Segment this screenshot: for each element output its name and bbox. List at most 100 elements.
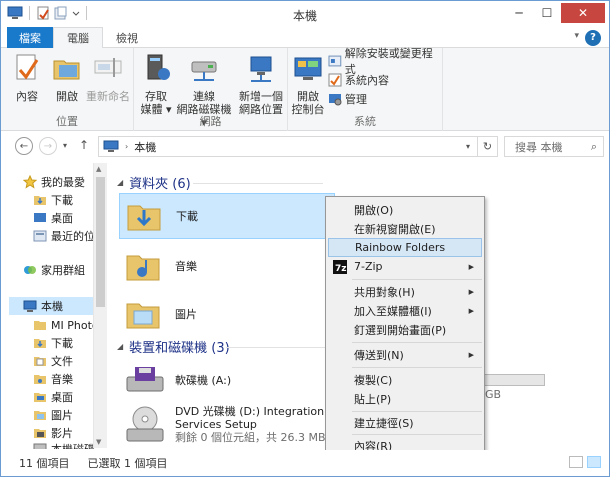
menu-separator	[352, 411, 482, 412]
tab-computer[interactable]: 電腦	[53, 27, 103, 49]
menu-item-rainbow-folders[interactable]: Rainbow Folders	[328, 238, 482, 257]
submenu-arrow-icon: ▶	[468, 306, 474, 315]
menu-item-label: 建立捷徑(S)	[354, 416, 414, 430]
add-network-location-button[interactable]: 新增一個 網路位置	[236, 52, 286, 116]
system-properties-icon	[328, 73, 342, 87]
back-button[interactable]: ←	[15, 137, 33, 155]
star-icon	[23, 175, 37, 189]
refresh-button[interactable]: ↻	[477, 137, 497, 156]
network-location-icon	[250, 56, 272, 82]
nav-item-this-pc[interactable]: 本機	[9, 297, 93, 315]
folder-tile-music[interactable]: 音樂	[119, 243, 335, 289]
maximize-button[interactable]: ☐	[533, 3, 561, 23]
drives-section-header[interactable]: ◢ 裝置和磁碟機 (3)	[117, 337, 230, 356]
menu-item-copy[interactable]: 複製(C)	[328, 370, 482, 389]
item-count: 11 個項目	[19, 457, 70, 470]
collapse-chevron-icon[interactable]: ◢	[117, 342, 123, 351]
scroll-up-icon[interactable]: ▲	[96, 165, 101, 173]
nav-item-recent-places[interactable]: 最近的位	[33, 227, 95, 245]
nav-pane-scrollbar[interactable]: ▲ ▼	[93, 163, 107, 448]
nav-item-desktop-pc[interactable]: 桌面	[33, 388, 73, 406]
manage-button[interactable]: 管理	[328, 90, 367, 108]
navigation-pane: 我的最愛 下載 桌面 最近的位 家用群組 本機 MI Photo 下載	[1, 163, 107, 449]
close-button[interactable]: ✕	[561, 3, 605, 23]
nav-item-downloads-pc[interactable]: 下載	[33, 334, 73, 352]
breadcrumb-separator-icon[interactable]: ›	[125, 142, 128, 151]
minimize-button[interactable]: ─	[505, 3, 533, 23]
address-path[interactable]: 本機	[134, 139, 156, 155]
window-controls: ─ ☐ ✕	[505, 3, 605, 23]
drive-label: 軟碟機 (A:)	[175, 374, 232, 387]
menu-item-label: 加入至媒體櫃(I)	[354, 304, 432, 318]
menu-item-send-to[interactable]: 傳送到(N) ▶	[328, 345, 482, 364]
tab-file[interactable]: 檔案	[7, 27, 53, 48]
menu-separator	[352, 367, 482, 368]
system-properties-label: 系統內容	[345, 74, 389, 87]
nav-item-homegroup[interactable]: 家用群組	[23, 261, 85, 279]
rename-label: 重新命名	[86, 90, 130, 103]
context-menu: 開啟(O) 在新視窗開啟(E) Rainbow Folders 7z 7-Zip…	[325, 196, 485, 453]
menu-item-label: 開啟(O)	[354, 203, 394, 217]
close-icon: ✕	[577, 6, 589, 20]
folder-tile-pictures[interactable]: 圖片	[119, 291, 335, 337]
search-input[interactable]: 搜尋 本機 ⌕	[504, 136, 604, 157]
nav-item-favorites[interactable]: 我的最愛	[23, 173, 85, 191]
computer-icon	[103, 140, 119, 152]
tab-view[interactable]: 檢視	[103, 27, 151, 48]
pictures-folder-icon	[126, 303, 160, 329]
search-icon: ⌕	[590, 139, 597, 153]
menu-item-paste[interactable]: 貼上(P)	[328, 389, 482, 408]
homegroup-icon	[24, 266, 36, 274]
nav-item-documents[interactable]: 文件	[33, 352, 73, 370]
menu-item-open[interactable]: 開啟(O)	[328, 200, 482, 219]
recent-locations-icon[interactable]: ▾	[63, 141, 67, 150]
menu-item-share-with[interactable]: 共用對象(H) ▶	[328, 282, 482, 301]
drive-icon	[33, 443, 47, 449]
menu-item-create-shortcut[interactable]: 建立捷徑(S)	[328, 413, 482, 432]
nav-item-videos[interactable]: 影片	[33, 424, 73, 442]
music-folder-icon	[126, 255, 160, 281]
help-icon[interactable]: ?	[585, 30, 601, 46]
details-view-icon[interactable]	[569, 456, 583, 468]
system-properties-button[interactable]: 系統內容	[328, 71, 389, 89]
submenu-arrow-icon: ▶	[468, 287, 474, 296]
ribbon-expand-icon[interactable]: ▾	[574, 31, 579, 41]
media-server-icon	[147, 54, 170, 80]
system-group-label: 系統	[354, 115, 376, 128]
menu-item-pin-to-start[interactable]: 釘選到開始畫面(P)	[328, 320, 482, 339]
nav-item-music[interactable]: 音樂	[33, 370, 73, 388]
forward-button[interactable]: →	[39, 137, 57, 155]
drive-tile-dvd[interactable]: DVD 光碟機 (D:) Integration Services Setup …	[119, 403, 335, 447]
menu-separator	[352, 279, 482, 280]
drive-tile-floppy[interactable]: 軟碟機 (A:)	[119, 359, 335, 401]
address-bar[interactable]: › 本機 ▾ ↻	[98, 136, 498, 157]
nav-item-local-disk[interactable]: 本機磁碟	[33, 441, 95, 449]
nav-item-mi-photo[interactable]: MI Photo	[33, 316, 93, 334]
nav-item-desktop[interactable]: 桌面	[33, 209, 73, 227]
open-button[interactable]: 開啟	[49, 52, 85, 103]
menu-item-open-new-window[interactable]: 在新視窗開啟(E)	[328, 219, 482, 238]
uninstall-program-button[interactable]: 解除安裝或變更程式	[328, 47, 442, 76]
menu-item-label: 釘選到開始畫面(P)	[354, 323, 447, 337]
rename-button[interactable]: 重新命名	[85, 52, 131, 103]
nav-item-pictures[interactable]: 圖片	[33, 406, 73, 424]
folders-section-header[interactable]: ◢ 資料夾 (6)	[117, 173, 191, 192]
large-icons-view-icon[interactable]	[587, 456, 601, 468]
scrollbar-thumb[interactable]	[96, 177, 105, 307]
folder-tile-downloads[interactable]: 下載	[119, 193, 335, 239]
nav-item-label: 下載	[51, 337, 73, 350]
address-history-icon[interactable]: ▾	[466, 142, 470, 151]
properties-button[interactable]: 內容	[9, 52, 45, 103]
nav-item-downloads[interactable]: 下載	[33, 191, 73, 209]
menu-item-7zip[interactable]: 7z 7-Zip ▶	[328, 257, 482, 276]
menu-item-include-in-library[interactable]: 加入至媒體櫃(I) ▶	[328, 301, 482, 320]
search-placeholder: 搜尋 本機	[515, 140, 563, 154]
access-media-button[interactable]: 存取 媒體 ▾	[138, 52, 174, 116]
properties-label: 內容	[16, 90, 38, 103]
nav-item-label: 最近的位	[51, 230, 95, 243]
collapse-chevron-icon[interactable]: ◢	[117, 178, 123, 187]
scroll-down-icon[interactable]: ▼	[96, 438, 101, 446]
up-arrow-icon[interactable]: ↑	[79, 138, 89, 152]
nav-item-label: 圖片	[51, 409, 73, 422]
open-control-panel-button[interactable]: 開啟 控制台	[290, 52, 326, 116]
